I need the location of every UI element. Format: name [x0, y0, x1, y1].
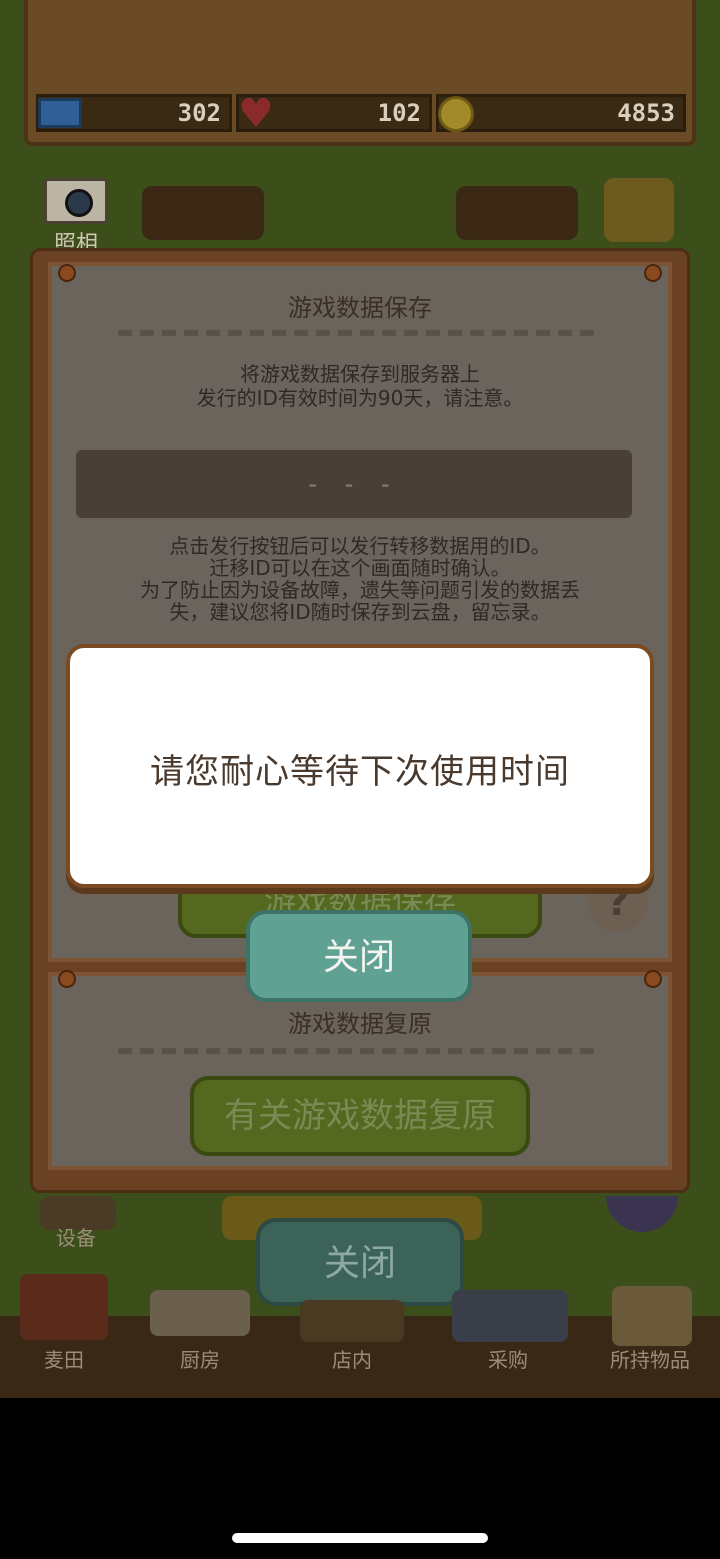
note-line-2: 迁移ID可以在这个画面随时确认。 — [209, 556, 511, 580]
save-description-2: 发行的ID有效时间为90天，请注意。 — [196, 386, 524, 410]
divider — [118, 330, 602, 336]
store-icon[interactable] — [300, 1300, 404, 1342]
table-furniture-right — [456, 186, 578, 240]
ticket-icon — [38, 98, 82, 128]
pin-icon — [58, 264, 76, 282]
wheat-field-icon[interactable] — [20, 1274, 108, 1340]
ticket-count: 302 — [177, 99, 221, 127]
nav-item-inventory[interactable]: 所持物品 — [580, 1344, 720, 1373]
note-line-4: 失，建议您将ID随时保存到云盘，留忘录。 — [169, 600, 551, 624]
restore-section-title: 游戏数据复原 — [288, 1010, 432, 1038]
dialog-message: 请您耐心等待下次使用时间 — [150, 752, 570, 792]
kitchen-icon[interactable] — [150, 1290, 250, 1336]
heart-icon: ♥ — [238, 91, 274, 137]
game-screen: 302 102 ♥ 4853 照相 游戏数据保存 将游戏数据保存到服务器上 发行… — [0, 0, 720, 1398]
menu-board-icon[interactable] — [604, 178, 674, 242]
dialog-close-button[interactable]: 关闭 — [246, 910, 472, 1002]
note-line-1: 点击发行按钮后可以发行转移数据用的ID。 — [169, 534, 551, 558]
nav-item-purchase[interactable]: 采购 — [438, 1344, 578, 1373]
transfer-id-field: - - - — [76, 450, 632, 518]
bubble-icon[interactable] — [606, 1196, 678, 1232]
pin-icon — [644, 970, 662, 988]
nav-item-store[interactable]: 店内 — [282, 1344, 422, 1373]
equipment-label: 设备 — [56, 1226, 96, 1250]
coin-count: 4853 — [617, 99, 675, 127]
note-line-3: 为了防止因为设备故障，遗失等问题引发的数据丢 — [140, 578, 580, 602]
pin-icon — [644, 264, 662, 282]
save-section-title: 游戏数据保存 — [288, 294, 432, 322]
nav-item-wheat-field[interactable]: 麦田 — [0, 1344, 134, 1373]
coin-icon — [438, 96, 474, 132]
restore-data-button[interactable]: 有关游戏数据复原 — [190, 1076, 530, 1156]
heart-count: 102 — [377, 99, 421, 127]
camera-icon[interactable] — [44, 178, 108, 224]
save-description-1: 将游戏数据保存到服务器上 — [240, 362, 480, 386]
wait-dialog: 请您耐心等待下次使用时间 — [66, 644, 654, 888]
panel-close-button[interactable]: 关闭 — [256, 1218, 464, 1306]
inventory-box-icon[interactable] — [612, 1286, 692, 1346]
pin-icon — [58, 970, 76, 988]
divider — [118, 1048, 602, 1054]
home-indicator[interactable] — [232, 1533, 488, 1543]
nav-item-kitchen[interactable]: 厨房 — [130, 1344, 270, 1373]
purchase-icon[interactable] — [452, 1290, 568, 1342]
table-furniture-left — [142, 186, 264, 240]
